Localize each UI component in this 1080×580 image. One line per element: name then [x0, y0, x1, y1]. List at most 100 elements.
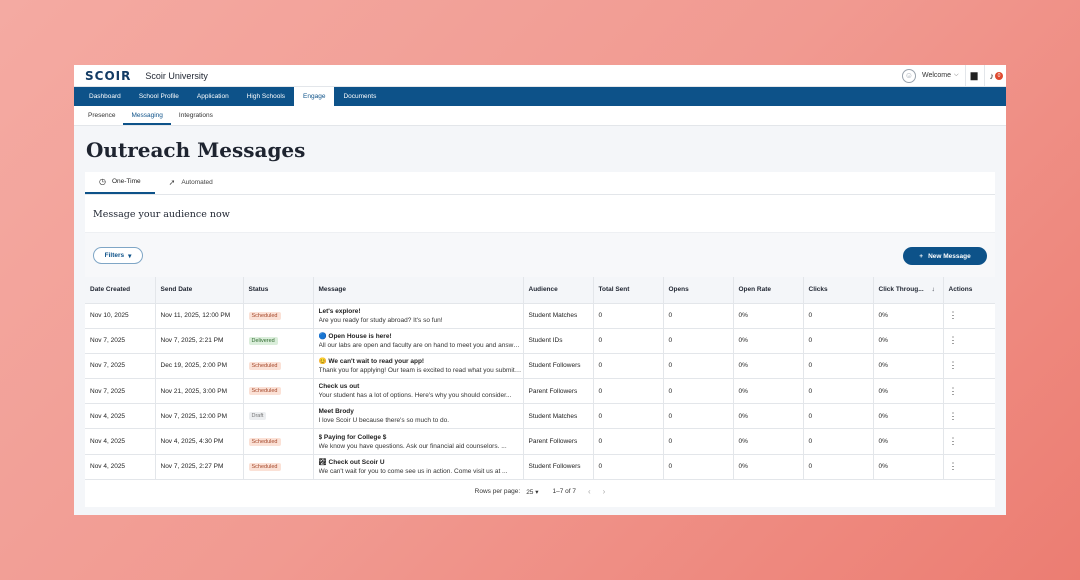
cell-actions: ⋮ [943, 403, 995, 430]
col-status[interactable]: Status [243, 277, 314, 304]
page-range: 1–7 of 7 [552, 488, 577, 496]
table-row[interactable]: Nov 4, 2025 Nov 7, 2025, 12:00 PM Draft … [85, 403, 995, 430]
chat-icon[interactable]: ▆ [971, 70, 978, 81]
prev-page-icon[interactable]: ‹ [588, 487, 591, 496]
col-message[interactable]: Message [313, 277, 524, 304]
table-row[interactable]: Nov 7, 2025 Nov 21, 2025, 3:00 PM Schedu… [85, 378, 995, 405]
message-preview: Are you ready for study abroad? It's so … [318, 316, 443, 324]
cell-date-created: Nov 7, 2025 [85, 353, 156, 380]
nav-high-schools[interactable]: High Schools [238, 87, 294, 106]
section-title: Message your audience now [85, 195, 995, 233]
table-row[interactable]: Nov 7, 2025 Dec 19, 2025, 2:00 PM Schedu… [85, 353, 995, 380]
more-actions-icon[interactable]: ⋮ [949, 360, 958, 370]
cell-total-sent: 0 [593, 378, 664, 405]
cell-click-through: 0% [873, 303, 944, 329]
nav-dashboard[interactable]: Dashboard [80, 87, 130, 106]
cell-status: Scheduled [243, 303, 314, 329]
subnav-integrations[interactable]: Integrations [171, 106, 221, 125]
table-row[interactable]: Nov 4, 2025 Nov 7, 2025, 2:27 PM Schedul… [85, 454, 995, 480]
status-badge: Scheduled [248, 361, 281, 370]
cell-message[interactable]: 🏞 Check out Scoir U We can't wait for you… [313, 454, 524, 480]
col-clicks[interactable]: Clicks [803, 277, 874, 304]
cell-click-through: 0% [873, 353, 944, 380]
next-page-icon[interactable]: › [603, 487, 606, 496]
cell-date-created: Nov 7, 2025 [85, 328, 156, 354]
notification-badge: 0 [995, 71, 1003, 80]
filters-button[interactable]: Filters ▾ [93, 247, 143, 264]
cell-status: Scheduled [243, 428, 314, 455]
col-total-sent[interactable]: Total Sent [593, 277, 664, 304]
message-title: 🏞 Check out Scoir U [318, 459, 385, 467]
bell-icon[interactable]: ♪ [990, 71, 995, 81]
scoir-logo[interactable]: SCOIR [85, 69, 131, 83]
tab-one-time[interactable]: ◷ One-Time [85, 172, 155, 194]
sort-arrow-icon[interactable]: ↓ [931, 286, 934, 293]
nav-school-profile[interactable]: School Profile [130, 87, 188, 106]
col-open-rate[interactable]: Open Rate [733, 277, 804, 304]
cell-opens: 0 [663, 303, 734, 329]
message-title: 😊 We can't wait to read your app! [318, 358, 425, 366]
cell-opens: 0 [663, 403, 734, 430]
table-header-row: Date Created Send Date Status Message Au… [85, 277, 995, 304]
col-date-created[interactable]: Date Created [85, 277, 156, 304]
divider [983, 65, 985, 87]
actions-row: Filters ▾ + New Message [85, 233, 995, 277]
cell-total-sent: 0 [593, 353, 664, 380]
cell-send-date: Dec 19, 2025, 2:00 PM [155, 353, 244, 380]
cell-send-date: Nov 11, 2025, 12:00 PM [155, 303, 244, 329]
divider [964, 65, 966, 87]
new-message-label: New Message [928, 252, 971, 260]
nav-application[interactable]: Application [188, 87, 238, 106]
chevron-down-icon[interactable]: ⌵ [954, 72, 959, 79]
table-row[interactable]: Nov 7, 2025 Nov 7, 2025, 2:21 PM Deliver… [85, 328, 995, 354]
col-audience[interactable]: Audience [523, 277, 594, 304]
cell-send-date: Nov 7, 2025, 2:21 PM [155, 328, 244, 354]
col-click-through[interactable]: Click Throug... ↓ [873, 277, 944, 304]
more-actions-icon[interactable]: ⋮ [949, 310, 958, 320]
rows-per-page-select[interactable]: 25 ▾ [526, 488, 538, 496]
col-opens[interactable]: Opens [663, 277, 734, 304]
cell-open-rate: 0% [733, 328, 804, 354]
cell-click-through: 0% [873, 403, 944, 430]
new-message-button[interactable]: + New Message [903, 247, 987, 265]
cell-total-sent: 0 [593, 328, 664, 354]
cell-audience: Student Followers [523, 353, 594, 380]
message-title: 🔵 Open House is here! [318, 333, 392, 341]
more-actions-icon[interactable]: ⋮ [949, 411, 958, 421]
table-row[interactable]: Nov 4, 2025 Nov 4, 2025, 4:30 PM Schedul… [85, 428, 995, 455]
cell-message[interactable]: $ Paying for College $ We know you have q… [313, 428, 524, 455]
cell-date-created: Nov 4, 2025 [85, 454, 156, 480]
cell-open-rate: 0% [733, 303, 804, 329]
welcome-menu[interactable]: Welcome [922, 72, 951, 79]
subnav-presence[interactable]: Presence [80, 106, 123, 125]
cell-click-through: 0% [873, 428, 944, 455]
more-actions-icon[interactable]: ⋮ [949, 461, 958, 471]
cell-date-created: Nov 4, 2025 [85, 428, 156, 455]
cell-message[interactable]: Meet Brody I love Scoir U because there's… [313, 403, 524, 430]
rocket-icon: ➚ [168, 178, 176, 187]
more-actions-icon[interactable]: ⋮ [949, 386, 958, 396]
cell-audience: Parent Followers [523, 378, 594, 405]
cell-opens: 0 [663, 428, 734, 455]
col-send-date[interactable]: Send Date [155, 277, 244, 304]
subnav-messaging[interactable]: Messaging [123, 106, 171, 125]
cell-actions: ⋮ [943, 378, 995, 405]
cell-open-rate: 0% [733, 353, 804, 380]
cell-clicks: 0 [803, 428, 874, 455]
cell-audience: Student IDs [523, 328, 594, 354]
table-row[interactable]: Nov 10, 2025 Nov 11, 2025, 12:00 PM Sche… [85, 303, 995, 329]
avatar-icon[interactable]: ☺ [901, 68, 916, 83]
more-actions-icon[interactable]: ⋮ [949, 335, 958, 345]
nav-engage[interactable]: Engage [294, 87, 335, 106]
cell-send-date: Nov 7, 2025, 12:00 PM [155, 403, 244, 430]
cell-message[interactable]: 😊 We can't wait to read your app! Thank y… [313, 353, 524, 380]
message-type-tabs: ◷ One-Time ➚ Automated [85, 172, 995, 195]
cell-audience: Student Matches [523, 303, 594, 329]
cell-message[interactable]: Check us out Your student has a lot of op… [313, 378, 524, 405]
cell-message[interactable]: 🔵 Open House is here! All our labs are op… [313, 328, 524, 354]
cell-message[interactable]: Let's explore! Are you ready for study ab… [313, 303, 524, 329]
more-actions-icon[interactable]: ⋮ [949, 436, 958, 446]
cell-audience: Parent Followers [523, 428, 594, 455]
nav-documents[interactable]: Documents [334, 87, 385, 106]
tab-automated[interactable]: ➚ Automated [155, 172, 227, 194]
